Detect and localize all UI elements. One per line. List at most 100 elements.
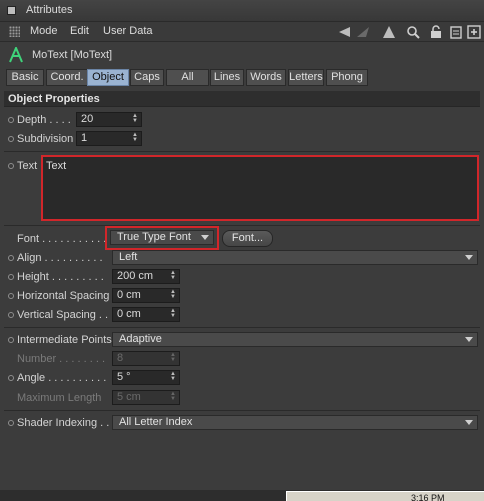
subdivision-field[interactable]: 1 ▲ ▼ [76, 131, 142, 146]
shader-indexing-row: Shader Indexing . . All Letter Index [0, 414, 484, 433]
section-title: Object Properties [4, 91, 480, 107]
search-icon[interactable] [406, 25, 420, 39]
menu-mode[interactable]: Mode [30, 25, 58, 37]
keyframe-dot-icon[interactable] [8, 293, 14, 299]
maximum-length-field: 5 cm ▲ ▼ [112, 390, 180, 405]
number-field: 8 ▲ ▼ [112, 351, 180, 366]
forward-arrow-icon[interactable] [356, 25, 370, 39]
stepper-arrows-icon[interactable]: ▲ ▼ [170, 289, 176, 301]
tab-phong[interactable]: Phong [326, 69, 368, 86]
shader-indexing-label: Shader Indexing . . [17, 417, 110, 429]
tab-coord[interactable]: Coord. [46, 69, 88, 86]
keyframe-dot-icon[interactable] [8, 163, 14, 169]
window-grip-icon[interactable] [7, 6, 16, 15]
horizontal-spacing-row: Horizontal Spacing 0 cm ▲ ▼ [0, 287, 484, 306]
tab-object[interactable]: Object [87, 69, 129, 86]
align-label: Align . . . . . . . . . . [17, 252, 103, 264]
title-bar: Attributes [0, 0, 484, 22]
chevron-down-icon [465, 420, 473, 425]
tab-lines[interactable]: Lines [210, 69, 244, 86]
vertical-spacing-label: Vertical Spacing . . [17, 309, 109, 321]
tab-words[interactable]: Words [246, 69, 286, 86]
keyframe-dot-icon[interactable] [8, 136, 14, 142]
tab-basic[interactable]: Basic [6, 69, 44, 86]
intermediate-points-dropdown[interactable]: Adaptive [112, 332, 478, 347]
intermediate-points-value: Adaptive [119, 333, 162, 345]
height-field[interactable]: 200 cm ▲ ▼ [112, 269, 180, 284]
chevron-down-icon [465, 337, 473, 342]
stepper-arrows-icon[interactable]: ▲ ▼ [132, 132, 138, 144]
new-panel-icon[interactable] [467, 25, 481, 39]
intermediate-points-row: Intermediate Points Adaptive [0, 331, 484, 350]
angle-label: Angle . . . . . . . . . . [17, 372, 107, 384]
align-dropdown[interactable]: Left [112, 250, 478, 265]
depth-row: Depth . . . . 20 ▲ ▼ [0, 111, 484, 130]
keyframe-dot-icon[interactable] [8, 255, 14, 261]
object-header: MoText [MoText] [0, 43, 484, 67]
maximum-length-value: 5 cm [117, 391, 141, 403]
keyframe-dot-icon[interactable] [8, 375, 14, 381]
menu-bar: Mode Edit User Data [0, 22, 484, 42]
text-label: Text [17, 160, 38, 172]
keyframe-dot-icon[interactable] [8, 117, 14, 123]
vertical-spacing-field[interactable]: 0 cm ▲ ▼ [112, 307, 180, 322]
keyframe-dot-icon[interactable] [8, 337, 14, 343]
angle-row: Angle . . . . . . . . . . 5 ° ▲ ▼ [0, 369, 484, 388]
divider [4, 410, 480, 411]
tab-letters[interactable]: Letters [288, 69, 324, 86]
lock-icon[interactable] [429, 25, 443, 39]
align-row: Align . . . . . . . . . . Left [0, 249, 484, 268]
subdivision-value: 1 [81, 132, 88, 144]
horizontal-spacing-value: 0 cm [117, 289, 141, 301]
clipboard-icon[interactable] [449, 25, 463, 39]
stepper-arrows-icon[interactable]: ▲ ▼ [132, 113, 138, 125]
stepper-arrows-icon[interactable]: ▲ ▼ [170, 308, 176, 320]
menu-grip-icon[interactable] [9, 26, 20, 37]
number-value: 8 [117, 352, 124, 364]
tab-all[interactable]: All [166, 69, 209, 86]
text-row: Text [0, 157, 40, 176]
font-label: Font . . . . . . . . . . . [17, 233, 107, 245]
menu-user-data[interactable]: User Data [103, 25, 153, 37]
intermediate-points-label: Intermediate Points [17, 334, 112, 346]
up-arrow-icon[interactable] [382, 25, 396, 39]
object-name: MoText [MoText] [32, 49, 113, 61]
font-row: Font . . . . . . . . . . . True Type Fon… [0, 230, 484, 249]
maximum-length-row: Maximum Length 5 cm ▲ ▼ [0, 389, 484, 408]
keyframe-dot-icon[interactable] [8, 312, 14, 318]
font-highlight-box [105, 226, 219, 250]
vertical-spacing-value: 0 cm [117, 308, 141, 320]
subdivision-label: Subdivision [17, 133, 74, 145]
window-title: Attributes [26, 4, 73, 16]
maximum-length-label: Maximum Length [17, 392, 102, 404]
horizontal-spacing-label: Horizontal Spacing [17, 290, 110, 302]
number-label: Number . . . . . . . . [17, 353, 106, 365]
text-input[interactable]: Text [41, 155, 479, 221]
shader-indexing-dropdown[interactable]: All Letter Index [112, 415, 478, 430]
subdivision-row: Subdivision 1 ▲ ▼ [0, 130, 484, 149]
depth-field[interactable]: 20 ▲ ▼ [76, 112, 142, 127]
height-value: 200 cm [117, 270, 154, 282]
keyframe-dot-icon[interactable] [8, 420, 14, 426]
divider [4, 327, 480, 328]
chevron-down-icon [465, 255, 473, 260]
angle-field[interactable]: 5 ° ▲ ▼ [112, 370, 180, 385]
stepper-arrows-icon: ▲ ▼ [170, 352, 176, 363]
font-button[interactable]: Font... [222, 230, 273, 247]
divider [4, 225, 480, 226]
taskbar-clock: 3:16 PM [286, 491, 484, 501]
shader-indexing-value: All Letter Index [119, 416, 193, 428]
horizontal-spacing-field[interactable]: 0 cm ▲ ▼ [112, 288, 180, 303]
tab-caps[interactable]: Caps [130, 69, 164, 86]
divider [4, 151, 480, 152]
align-value: Left [119, 251, 138, 263]
vertical-spacing-row: Vertical Spacing . . 0 cm ▲ ▼ [0, 306, 484, 325]
keyframe-dot-icon[interactable] [8, 274, 14, 280]
depth-label: Depth . . . . [17, 114, 71, 126]
stepper-arrows-icon: ▲ ▼ [170, 391, 176, 402]
motext-object-icon [9, 45, 23, 63]
stepper-arrows-icon[interactable]: ▲ ▼ [170, 270, 176, 282]
back-arrow-icon[interactable] [337, 25, 351, 39]
stepper-arrows-icon[interactable]: ▲ ▼ [170, 371, 176, 383]
menu-edit[interactable]: Edit [70, 25, 89, 37]
